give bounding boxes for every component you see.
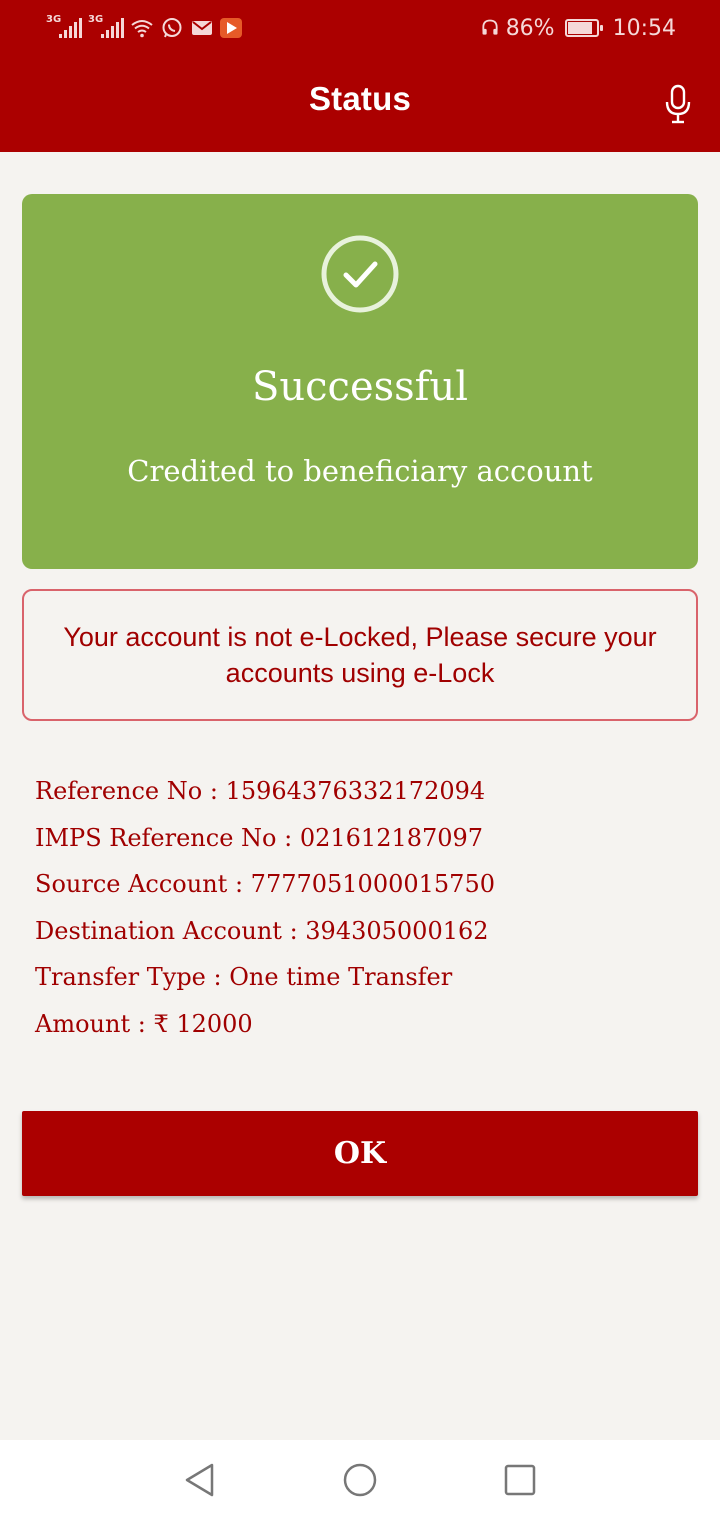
signal-icon-sim1: 3G xyxy=(46,14,82,40)
status-bar-left: 3G 3G xyxy=(46,14,242,42)
detail-label: Amount xyxy=(35,1009,131,1038)
detail-label: Transfer Type xyxy=(35,963,206,991)
battery-percent: 86% xyxy=(505,15,555,41)
elock-notice[interactable]: Your account is not e-Locked, Please sec… xyxy=(22,589,698,721)
page-title: Status xyxy=(308,80,412,117)
detail-row-reference: Reference No : 15964376332172094 xyxy=(35,777,486,805)
success-subtitle: Credited to beneficiary account xyxy=(127,454,593,488)
detail-label: Source Account xyxy=(35,870,228,898)
clock: 10:54 xyxy=(612,15,676,41)
detail-value: 15964376332172094 xyxy=(225,777,486,805)
detail-row-source-account: Source Account : 7777051000015750 xyxy=(35,870,495,898)
detail-row-destination-account: Destination Account : 394305000162 xyxy=(35,916,489,945)
detail-label: IMPS Reference No xyxy=(35,823,277,852)
elock-notice-text: Your account is not e-Locked, Please sec… xyxy=(63,622,657,688)
detail-row-transfer-type: Transfer Type : One time Transfer xyxy=(35,963,453,991)
detail-value: One time Transfer xyxy=(229,963,453,991)
headset-icon xyxy=(482,19,498,35)
back-triangle-icon[interactable] xyxy=(182,1462,218,1498)
status-bar-right: 86% 10:54 xyxy=(480,14,676,42)
success-card: Successful Credited to beneficiary accou… xyxy=(22,194,698,569)
signal-icon-sim2: 3G xyxy=(88,14,124,40)
app-header: 3G 3G 86% 10:54 Status xyxy=(0,0,720,152)
detail-value: ₹ 12000 xyxy=(153,1009,253,1038)
battery-icon xyxy=(564,19,603,37)
wifi-icon xyxy=(131,20,153,38)
video-app-icon xyxy=(220,18,242,38)
success-title: Successful xyxy=(251,364,469,410)
detail-label: Reference No xyxy=(35,777,203,805)
microphone-icon[interactable] xyxy=(664,84,692,124)
detail-row-amount: Amount : ₹ 12000 xyxy=(35,1009,253,1038)
detail-value: 021612187097 xyxy=(299,823,484,852)
ok-button[interactable]: OK xyxy=(22,1111,698,1196)
recents-square-icon[interactable] xyxy=(502,1462,538,1498)
home-circle-icon[interactable] xyxy=(342,1462,378,1498)
check-circle-icon xyxy=(321,235,399,313)
transaction-details: Reference No : 15964376332172094 IMPS Re… xyxy=(35,772,495,1051)
detail-row-imps-reference: IMPS Reference No : 021612187097 xyxy=(35,823,484,852)
detail-value: 394305000162 xyxy=(305,916,489,945)
whatsapp-icon xyxy=(162,18,182,38)
status-bar: 3G 3G 86% 10:54 xyxy=(0,0,720,56)
mail-icon xyxy=(192,21,212,35)
detail-label: Destination Account xyxy=(35,916,282,945)
detail-value: 7777051000015750 xyxy=(250,870,495,898)
system-nav-bar xyxy=(0,1440,720,1520)
